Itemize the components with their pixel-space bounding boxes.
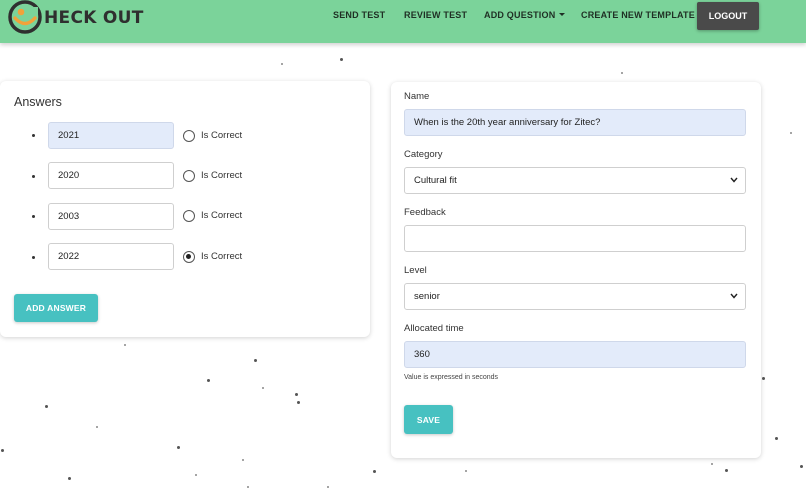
is-correct-radio[interactable] <box>183 170 195 182</box>
particle-dot <box>775 437 778 440</box>
nav-add-question-label: ADD QUESTION <box>484 10 556 20</box>
answer-input[interactable]: 2020 <box>48 162 174 189</box>
category-select[interactable]: Cultural fit <box>404 167 746 194</box>
particle-dot <box>124 344 126 346</box>
particle-dot <box>725 469 728 472</box>
feedback-label: Feedback <box>404 207 446 218</box>
particle-dot <box>281 63 283 65</box>
navbar: HECK OUT SEND TEST REVIEW TEST ADD QUEST… <box>0 0 806 43</box>
particle-dot <box>262 387 264 389</box>
particle-dot <box>711 463 713 465</box>
is-correct-label: Is Correct <box>201 210 243 221</box>
particle-dot <box>327 486 329 488</box>
question-form-card: Name When is the 20th year anniversary f… <box>391 82 761 458</box>
chevron-down-icon <box>559 13 566 16</box>
allocated-time-help: Value is expressed in seconds <box>404 374 499 381</box>
particle-dot <box>254 359 257 362</box>
particle-dot <box>195 474 197 476</box>
smiley-check-icon <box>8 0 42 34</box>
particle-dot <box>247 486 249 488</box>
particle-dot <box>96 426 98 428</box>
allocated-time-input[interactable]: 360 <box>404 341 746 368</box>
logout-button[interactable]: LOGOUT <box>697 2 759 30</box>
save-button[interactable]: SAVE <box>404 405 453 434</box>
feedback-input[interactable] <box>404 225 746 252</box>
particle-dot <box>1 449 4 452</box>
nav-create-template[interactable]: CREATE NEW TEMPLATE <box>581 10 695 20</box>
bullet <box>32 215 35 218</box>
particle-dot <box>295 393 298 396</box>
is-correct-label: Is Correct <box>201 170 243 181</box>
nav-send-test[interactable]: SEND TEST <box>333 10 385 20</box>
is-correct-label: Is Correct <box>201 251 243 262</box>
particle-dot <box>68 477 71 480</box>
answer-input[interactable]: 2022 <box>48 243 174 270</box>
name-label: Name <box>404 91 430 102</box>
answer-input[interactable]: 2021 <box>48 122 174 149</box>
is-correct-label: Is Correct <box>201 130 243 141</box>
bullet <box>32 256 35 259</box>
answer-input[interactable]: 2003 <box>48 203 174 230</box>
particle-dot <box>340 58 343 61</box>
particle-dot <box>242 459 244 461</box>
bullet <box>32 175 35 178</box>
particle-dot <box>297 401 300 404</box>
nav-review-test[interactable]: REVIEW TEST <box>404 10 467 20</box>
particle-dot <box>465 470 467 472</box>
level-select-value: senior <box>414 291 440 302</box>
particle-dot <box>800 465 803 468</box>
particle-dot <box>207 379 210 382</box>
answers-card: Answers 2021 Is Correct 2020 Is Correct … <box>0 81 370 337</box>
category-label: Category <box>404 149 443 160</box>
chevron-down-icon <box>730 177 738 183</box>
chevron-down-icon <box>730 293 738 299</box>
allocated-time-label: Allocated time <box>404 323 464 334</box>
name-input[interactable]: When is the 20th year anniversary for Zi… <box>404 109 746 136</box>
particle-dot <box>762 377 765 380</box>
add-answer-button[interactable]: ADD ANSWER <box>14 294 98 322</box>
nav-add-question[interactable]: ADD QUESTION <box>484 10 566 20</box>
brand-name: HECK OUT <box>44 8 144 28</box>
level-select[interactable]: senior <box>404 283 746 310</box>
category-select-value: Cultural fit <box>414 175 457 186</box>
particle-dot <box>790 132 792 134</box>
particle-dot <box>373 470 376 473</box>
level-label: Level <box>404 265 427 276</box>
is-correct-radio-checked[interactable] <box>183 251 195 263</box>
particle-dot <box>177 446 180 449</box>
answers-title: Answers <box>14 95 62 109</box>
brand-logo[interactable]: HECK OUT <box>8 0 143 37</box>
is-correct-radio[interactable] <box>183 210 195 222</box>
particle-dot <box>621 72 623 74</box>
bullet <box>32 134 35 137</box>
particle-dot <box>45 405 48 408</box>
is-correct-radio[interactable] <box>183 130 195 142</box>
